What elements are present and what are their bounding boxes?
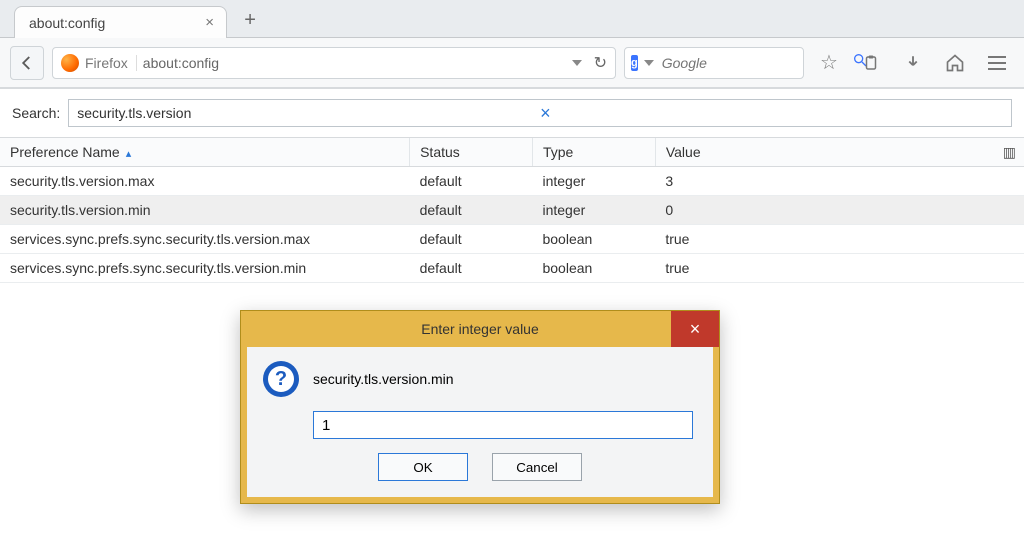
browser-tab[interactable]: about:config × bbox=[14, 6, 227, 38]
clipboard-icon[interactable] bbox=[854, 46, 888, 80]
dialog-body: ? security.tls.version.min OK Cancel bbox=[241, 347, 719, 503]
table-row[interactable]: services.sync.prefs.sync.security.tls.ve… bbox=[0, 225, 1024, 254]
cell-name: security.tls.version.max bbox=[0, 167, 410, 196]
tab-strip: about:config × + bbox=[0, 0, 1024, 38]
clear-filter-icon[interactable]: × bbox=[540, 103, 1003, 124]
cell-name: services.sync.prefs.sync.security.tls.ve… bbox=[0, 254, 410, 283]
identity-label: Firefox bbox=[85, 55, 137, 71]
dialog-titlebar[interactable]: Enter integer value × bbox=[241, 311, 719, 347]
filter-input[interactable]: security.tls.version × bbox=[68, 99, 1012, 127]
cell-status: default bbox=[410, 254, 533, 283]
reload-icon[interactable]: ↻ bbox=[594, 53, 607, 73]
column-status[interactable]: Status bbox=[410, 138, 533, 167]
back-button[interactable] bbox=[10, 46, 44, 80]
cell-status: default bbox=[410, 167, 533, 196]
cancel-button[interactable]: Cancel bbox=[492, 453, 582, 481]
table-row[interactable]: services.sync.prefs.sync.security.tls.ve… bbox=[0, 254, 1024, 283]
ok-button[interactable]: OK bbox=[378, 453, 468, 481]
menu-button[interactable] bbox=[980, 46, 1014, 80]
dialog-pref-name: security.tls.version.min bbox=[313, 371, 454, 387]
cell-value: 0 bbox=[655, 196, 1024, 225]
cell-value: 3 bbox=[655, 167, 1024, 196]
table-row[interactable]: security.tls.version.maxdefaultinteger3 bbox=[0, 167, 1024, 196]
downloads-icon[interactable] bbox=[896, 46, 930, 80]
preferences-table: Preference Name Status Type Value ▥ secu… bbox=[0, 137, 1024, 283]
google-icon: g bbox=[631, 55, 638, 71]
cell-status: default bbox=[410, 225, 533, 254]
dialog-close-button[interactable]: × bbox=[671, 311, 719, 347]
filter-label: Search: bbox=[12, 105, 60, 121]
bookmark-star-icon[interactable]: ☆ bbox=[812, 46, 846, 80]
integer-prompt-dialog: Enter integer value × ? security.tls.ver… bbox=[240, 310, 720, 504]
tab-title: about:config bbox=[29, 15, 105, 31]
history-dropdown-icon[interactable] bbox=[572, 60, 582, 66]
cell-type: integer bbox=[532, 167, 655, 196]
column-pref-name[interactable]: Preference Name bbox=[0, 138, 410, 167]
hamburger-icon bbox=[988, 56, 1006, 70]
cell-name: security.tls.version.min bbox=[0, 196, 410, 225]
filter-value: security.tls.version bbox=[77, 105, 540, 121]
search-engine-dropdown-icon[interactable] bbox=[644, 60, 654, 66]
cell-type: boolean bbox=[532, 225, 655, 254]
close-tab-icon[interactable]: × bbox=[205, 14, 214, 31]
column-type[interactable]: Type bbox=[532, 138, 655, 167]
cell-type: boolean bbox=[532, 254, 655, 283]
dialog-value-input[interactable] bbox=[313, 411, 693, 439]
firefox-icon bbox=[61, 54, 79, 72]
new-tab-button[interactable]: + bbox=[235, 7, 265, 33]
url-bar[interactable]: Firefox about:config ↻ bbox=[52, 47, 616, 79]
search-box[interactable]: g bbox=[624, 47, 804, 79]
column-value[interactable]: Value ▥ bbox=[655, 138, 1024, 167]
cell-status: default bbox=[410, 196, 533, 225]
dialog-title: Enter integer value bbox=[421, 321, 539, 337]
filter-row: Search: security.tls.version × bbox=[0, 89, 1024, 137]
cell-value: true bbox=[655, 254, 1024, 283]
home-icon[interactable] bbox=[938, 46, 972, 80]
nav-toolbar: Firefox about:config ↻ g ☆ bbox=[0, 38, 1024, 88]
column-picker-icon[interactable]: ▥ bbox=[1003, 144, 1016, 161]
cell-type: integer bbox=[532, 196, 655, 225]
cell-name: services.sync.prefs.sync.security.tls.ve… bbox=[0, 225, 410, 254]
question-icon: ? bbox=[263, 361, 299, 397]
arrow-left-icon bbox=[18, 54, 36, 72]
cell-value: true bbox=[655, 225, 1024, 254]
table-row[interactable]: security.tls.version.mindefaultinteger0 bbox=[0, 196, 1024, 225]
url-text: about:config bbox=[143, 55, 566, 71]
